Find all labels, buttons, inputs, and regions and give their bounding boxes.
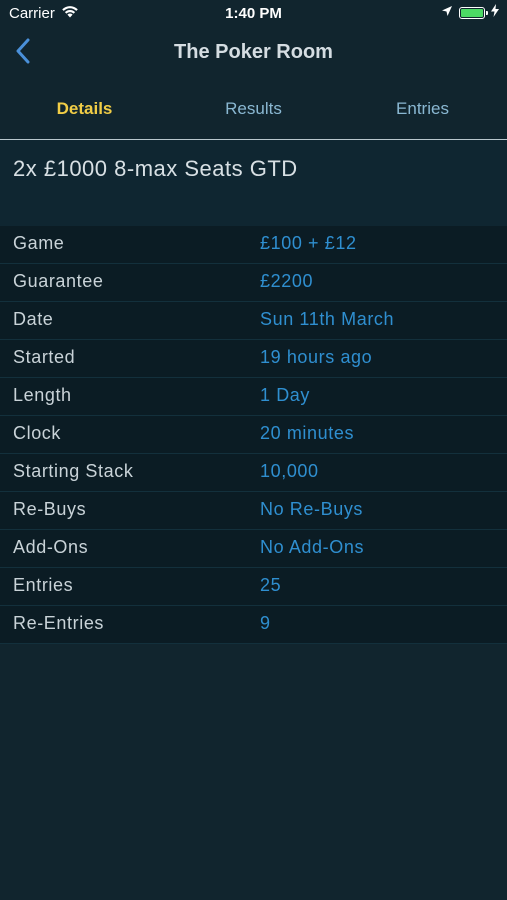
detail-row-started: Started 19 hours ago <box>0 340 507 378</box>
detail-label: Started <box>13 347 76 367</box>
detail-row-guarantee: Guarantee £2200 <box>0 264 507 302</box>
detail-label: Clock <box>13 423 62 443</box>
details-list: Game £100 + £12 Guarantee £2200 Date Sun… <box>0 226 507 644</box>
detail-label: Re-Entries <box>13 613 105 633</box>
detail-value: 25 <box>260 575 282 595</box>
charging-bolt-icon <box>491 4 499 21</box>
tab-results[interactable]: Results <box>169 99 338 119</box>
status-time: 1:40 PM <box>225 5 282 22</box>
battery-level <box>461 8 483 17</box>
detail-label: Entries <box>13 575 74 595</box>
detail-value: No Re-Buys <box>260 499 364 519</box>
segmented-tabs: Details Results Entries <box>0 78 507 140</box>
detail-row-starting-stack: Starting Stack 10,000 <box>0 454 507 492</box>
detail-row-entries: Entries 25 <box>0 568 507 606</box>
location-arrow-icon <box>441 4 453 21</box>
tab-entries[interactable]: Entries <box>338 99 507 119</box>
page-title: The Poker Room <box>174 41 333 63</box>
detail-value: No Add-Ons <box>260 537 365 557</box>
detail-label: Game <box>13 233 65 253</box>
detail-label: Add-Ons <box>13 537 89 557</box>
detail-label: Date <box>13 309 54 329</box>
battery-nub <box>486 10 488 15</box>
detail-value: 1 Day <box>260 385 311 405</box>
detail-label: Guarantee <box>13 271 104 291</box>
detail-row-length: Length 1 Day <box>0 378 507 416</box>
detail-value: Sun 11th March <box>260 309 395 329</box>
detail-row-re-buys: Re-Buys No Re-Buys <box>0 492 507 530</box>
detail-row-add-ons: Add-Ons No Add-Ons <box>0 530 507 568</box>
detail-value: 19 hours ago <box>260 347 373 367</box>
detail-value: 10,000 <box>260 461 319 481</box>
detail-label: Length <box>13 385 72 405</box>
detail-label: Re-Buys <box>13 499 87 519</box>
detail-value: 20 minutes <box>260 423 355 443</box>
navigation-bar: The Poker Room <box>0 28 507 78</box>
detail-value: £100 + £12 <box>260 233 357 253</box>
tab-details[interactable]: Details <box>0 99 169 119</box>
detail-label: Starting Stack <box>13 461 134 481</box>
tournament-title: 2x £1000 8-max Seats GTD <box>13 156 298 181</box>
detail-row-re-entries: Re-Entries 9 <box>0 606 507 644</box>
detail-value: 9 <box>260 613 271 633</box>
battery-icon <box>459 6 488 19</box>
status-bar: Carrier 1:40 PM <box>0 0 507 28</box>
detail-row-clock: Clock 20 minutes <box>0 416 507 454</box>
detail-row-date: Date Sun 11th March <box>0 302 507 340</box>
status-indicators <box>441 4 499 21</box>
detail-value: £2200 <box>260 271 314 291</box>
tournament-header: 2x £1000 8-max Seats GTD <box>0 140 507 226</box>
detail-row-game: Game £100 + £12 <box>0 226 507 264</box>
